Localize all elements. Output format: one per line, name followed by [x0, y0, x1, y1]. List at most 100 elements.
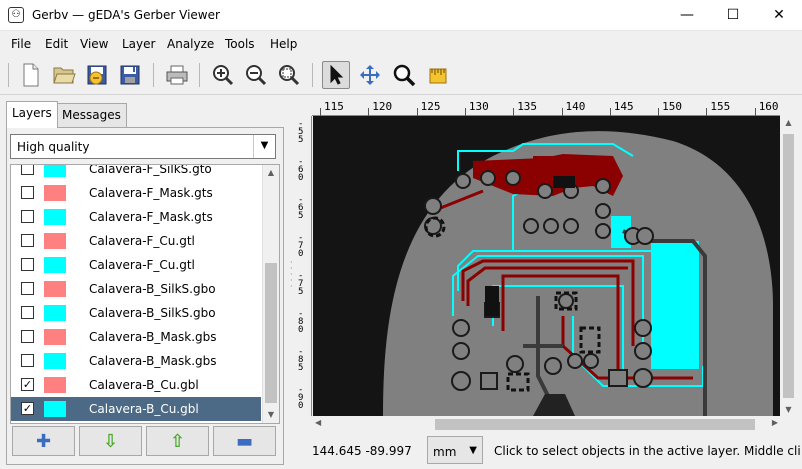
layer-row[interactable]: Calavera-F_Mask.gts [11, 181, 261, 205]
scroll-down-icon[interactable]: ▼ [780, 405, 797, 414]
layer-color-swatch[interactable] [44, 377, 66, 393]
layer-visibility-checkbox[interactable] [21, 306, 34, 319]
ruler-tick [658, 108, 660, 116]
chevron-down-icon[interactable]: ▼ [253, 135, 275, 158]
layer-color-swatch[interactable] [44, 329, 66, 345]
tab-layers[interactable]: Layers [6, 101, 58, 128]
ruler-tick [609, 108, 611, 116]
menu-analyze[interactable]: Analyze [167, 37, 214, 51]
render-quality-value: High quality [17, 140, 90, 154]
ruler-vertical: -55 -60 -65 -70 -75 -80 -85 -90 [296, 116, 312, 416]
layer-visibility-checkbox[interactable]: ✓ [21, 402, 34, 415]
layer-color-swatch[interactable] [44, 305, 66, 321]
layer-row[interactable]: Calavera-F_Cu.gtl [11, 229, 261, 253]
chevron-down-icon[interactable]: ▼ [469, 445, 477, 456]
layer-color-swatch[interactable] [44, 233, 66, 249]
layer-visibility-checkbox[interactable]: ✓ [21, 378, 34, 391]
remove-layer-button[interactable]: ▬ [213, 426, 276, 456]
layer-row[interactable]: Calavera-B_SilkS.gbo [11, 277, 261, 301]
menu-edit[interactable]: Edit [45, 37, 68, 51]
add-layer-button[interactable]: ✚ [12, 426, 75, 456]
layer-name: Calavera-B_Cu.gbl [89, 402, 199, 416]
layer-visibility-checkbox[interactable] [21, 330, 34, 343]
menu-layer[interactable]: Layer [122, 37, 155, 51]
layer-row[interactable]: Calavera-B_Mask.gbs [11, 349, 261, 373]
maximize-button[interactable]: ☐ [710, 0, 756, 31]
layer-row[interactable]: ✓ Calavera-B_Cu.gbl [11, 397, 261, 421]
zoom-in-icon[interactable] [209, 61, 237, 89]
layer-row[interactable]: Calavera-F_Cu.gtl [11, 253, 261, 277]
ruler-tick-label: -90 [298, 385, 304, 411]
move-down-icon: ⇩ [102, 430, 119, 452]
layer-color-swatch[interactable] [44, 281, 66, 297]
layer-color-swatch[interactable] [44, 401, 66, 417]
open-icon[interactable] [50, 61, 78, 89]
move-up-icon: ⇧ [169, 430, 186, 452]
scrollbar-thumb[interactable] [783, 134, 794, 398]
move-layer-down-button[interactable]: ⇩ [79, 426, 142, 456]
status-bar: 144.645 -89.997 mm ▼ Click to select obj… [300, 436, 802, 466]
ruler-tick-label: 145 [613, 100, 634, 113]
units-select[interactable]: mm ▼ [427, 436, 483, 464]
zoom-out-icon[interactable] [242, 61, 270, 89]
layer-visibility-checkbox[interactable] [21, 234, 34, 247]
layer-row[interactable]: Calavera-B_Mask.gbs [11, 325, 261, 349]
layer-name: Calavera-F_Mask.gts [89, 186, 213, 200]
ruler-tick-label: -65 [298, 195, 304, 221]
menu-help[interactable]: Help [270, 37, 297, 51]
layer-visibility-checkbox[interactable] [21, 282, 34, 295]
scroll-up-icon[interactable]: ▲ [780, 118, 797, 127]
layer-visibility-checkbox[interactable] [21, 354, 34, 367]
close-button[interactable]: ✕ [756, 0, 802, 31]
zoom-fit-icon[interactable] [275, 61, 303, 89]
ruler-tick-label: -80 [298, 309, 304, 335]
layer-color-swatch[interactable] [44, 209, 66, 225]
layer-color-swatch[interactable] [44, 257, 66, 273]
layer-row[interactable]: Calavera-B_SilkS.gbo [11, 301, 261, 325]
layer-visibility-checkbox[interactable] [21, 258, 34, 271]
scroll-down-icon[interactable]: ▼ [263, 407, 279, 423]
layer-color-swatch[interactable] [44, 185, 66, 201]
menu-tools[interactable]: Tools [225, 37, 255, 51]
scroll-right-icon[interactable]: ▶ [772, 418, 778, 427]
zoom-tool-icon[interactable] [390, 61, 418, 89]
gerbv-app-icon[interactable]: ⚇ [8, 7, 24, 23]
revert-icon[interactable] [83, 61, 111, 89]
scrollbar-thumb[interactable] [435, 419, 755, 430]
scroll-left-icon[interactable]: ◀ [315, 418, 321, 427]
minimize-button[interactable]: — [664, 0, 710, 31]
print-icon[interactable] [163, 61, 191, 89]
layer-color-swatch[interactable] [44, 353, 66, 369]
pane-splitter[interactable]: · · · · · [290, 259, 294, 300]
pointer-tool-icon[interactable] [322, 61, 350, 89]
ruler-tick [464, 108, 466, 116]
render-quality-select[interactable]: High quality ▼ [10, 134, 276, 159]
tab-body: High quality ▼ Calavera-F_SilkS.gto Calav… [6, 127, 284, 465]
layer-row[interactable]: Calavera-F_SilkS.gto [11, 165, 261, 181]
layer-buttons: ✚ ⇩ ⇧ ▬ [12, 426, 278, 456]
gerber-canvas[interactable] [313, 116, 780, 416]
layer-row[interactable]: ✓ Calavera-B_Cu.gbl [11, 373, 261, 397]
ruler-tick-label: 115 [324, 100, 344, 113]
move-layer-up-button[interactable]: ⇧ [146, 426, 209, 456]
layers-panel: Layers Messages High quality ▼ Calavera-… [6, 100, 284, 465]
menu-file[interactable]: File [11, 37, 31, 51]
menu-view[interactable]: View [80, 37, 108, 51]
new-icon[interactable] [17, 61, 45, 89]
tab-messages[interactable]: Messages [56, 103, 127, 127]
ruler-tick-label: -75 [298, 271, 304, 297]
add-layer-icon: ✚ [35, 430, 52, 452]
pan-tool-icon[interactable] [356, 61, 384, 89]
layer-visibility-checkbox[interactable] [21, 186, 34, 199]
layer-visibility-checkbox[interactable] [21, 210, 34, 223]
measure-tool-icon[interactable] [424, 61, 452, 89]
canvas-vertical-scrollbar[interactable]: ▲ ▼ [780, 116, 797, 416]
layers-scrollbar[interactable]: ▲ ▼ [262, 165, 279, 423]
save-icon[interactable] [116, 61, 144, 89]
layer-color-swatch[interactable] [44, 165, 66, 177]
canvas-horizontal-scrollbar[interactable]: ◀ ▶ [313, 416, 780, 433]
layer-visibility-checkbox[interactable] [21, 165, 34, 175]
scrollbar-thumb[interactable] [265, 263, 277, 403]
scroll-up-icon[interactable]: ▲ [263, 165, 279, 181]
layer-row[interactable]: Calavera-F_Mask.gts [11, 205, 261, 229]
